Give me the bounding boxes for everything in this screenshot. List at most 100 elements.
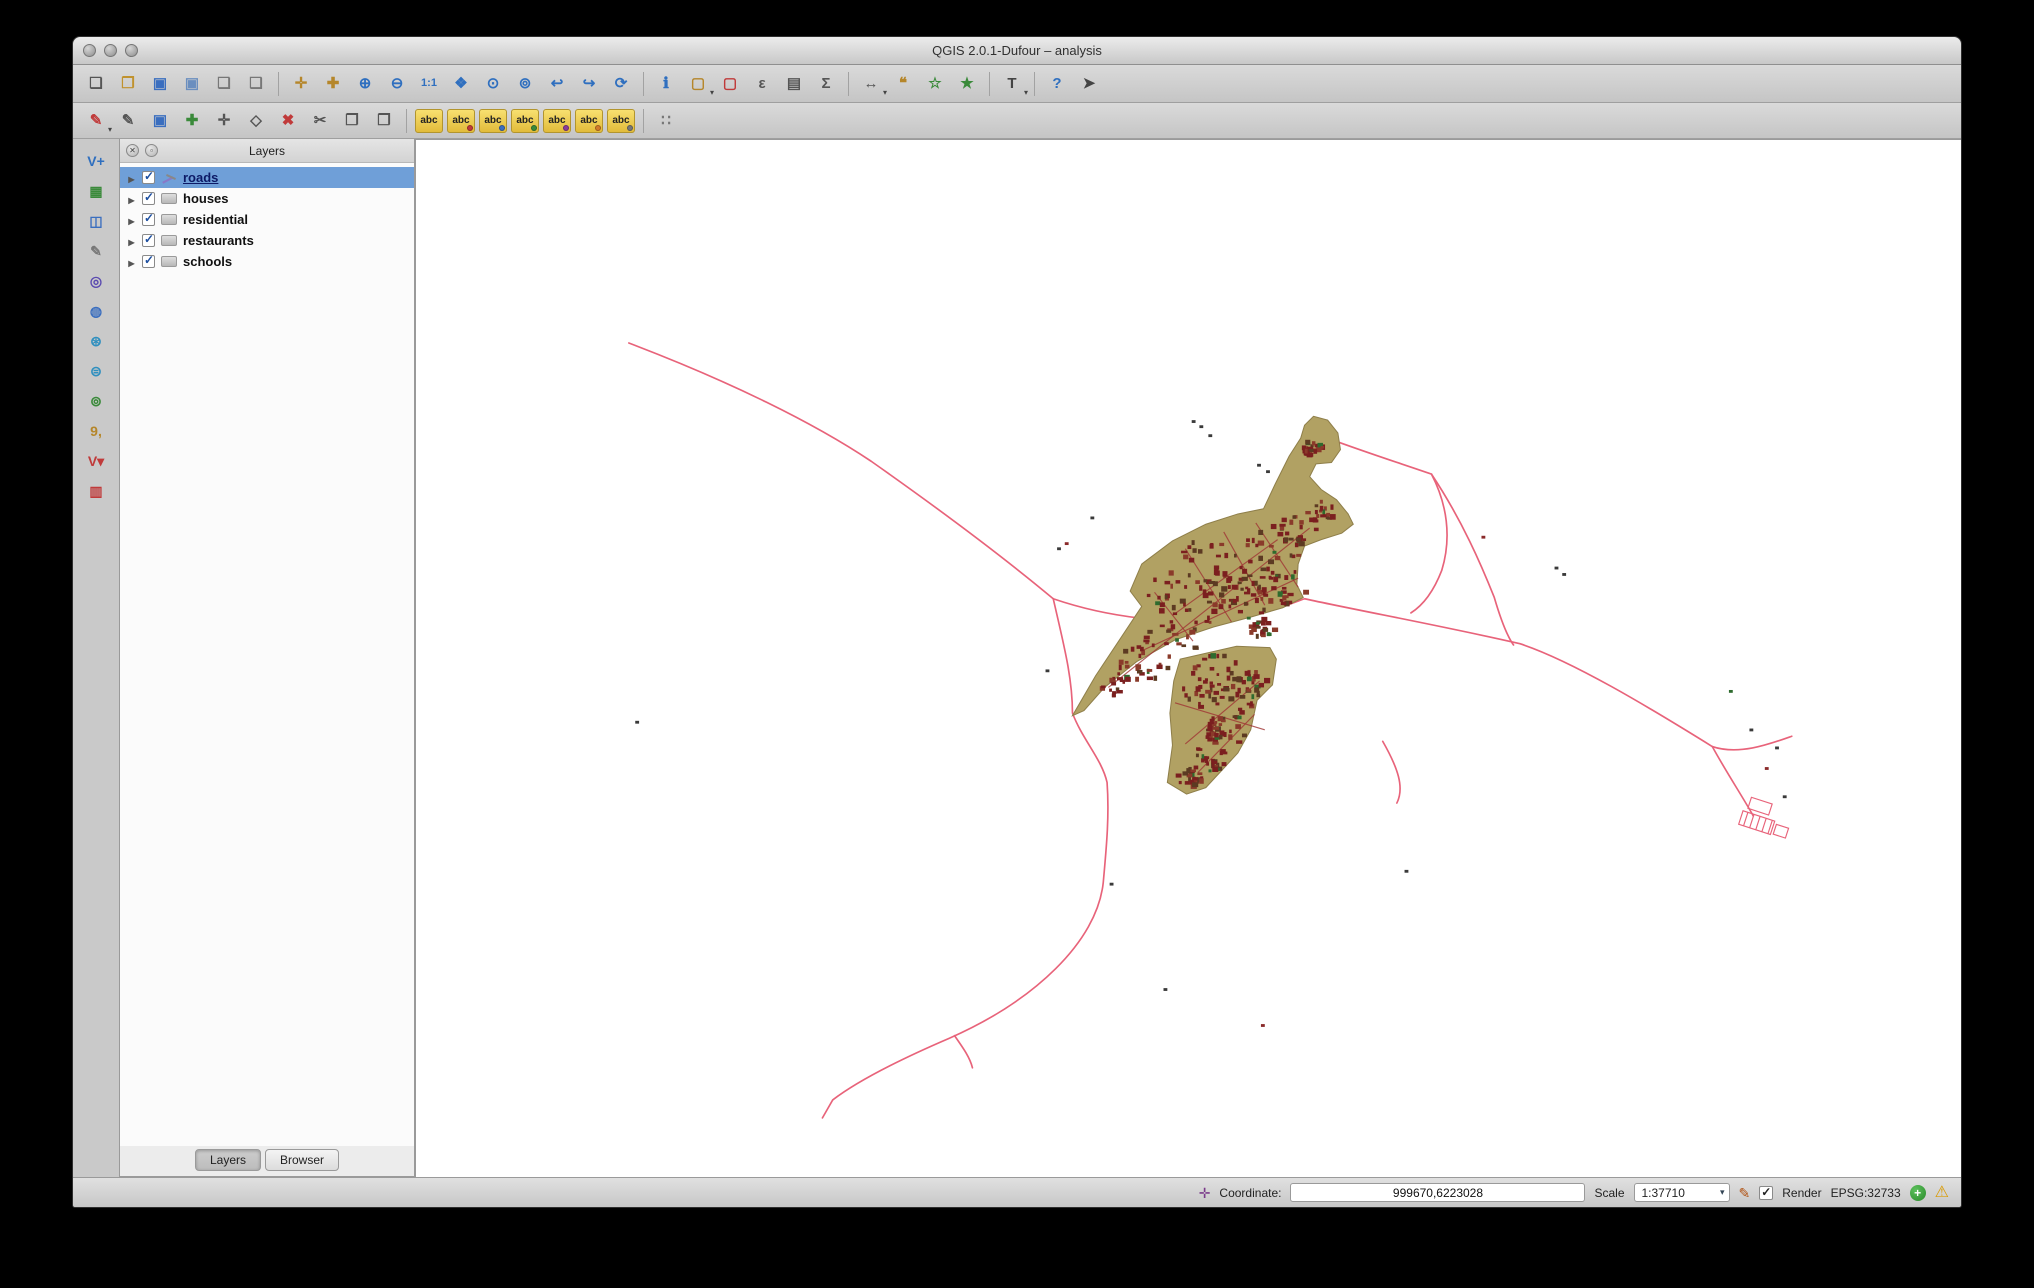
building <box>1239 710 1245 715</box>
layer-visibility-checkbox[interactable] <box>142 211 155 226</box>
zoom-next-icon[interactable]: ↪ <box>574 69 604 99</box>
pan-map-icon[interactable]: ✛ <box>286 69 316 99</box>
cut-features-icon[interactable]: ✂ <box>305 106 335 136</box>
copy-features-icon[interactable]: ❐ <box>337 106 367 136</box>
panel-float-icon[interactable]: ▫ <box>145 144 158 157</box>
add-wfs-layer-icon[interactable]: ⊚ <box>81 387 111 414</box>
zoom-last-icon[interactable]: ↩ <box>542 69 572 99</box>
building <box>1146 593 1151 598</box>
label-change-icon[interactable]: abc <box>575 108 603 133</box>
close-window-button[interactable] <box>83 44 96 57</box>
new-print-composer-icon[interactable]: ❏ <box>209 69 239 99</box>
text-annotation-icon[interactable]: T <box>997 69 1028 99</box>
title-bar[interactable]: QGIS 2.0.1-Dufour – analysis <box>73 37 1961 65</box>
layer-item-houses[interactable]: houses <box>120 188 414 209</box>
open-attribute-table-icon[interactable]: ▤ <box>779 69 809 99</box>
add-vector-layer-icon[interactable]: V+ <box>81 147 111 174</box>
select-by-expression-icon[interactable]: ε <box>747 69 777 99</box>
map-refresh-icon[interactable]: ⟳ <box>606 69 636 99</box>
crs-status-icon[interactable]: + <box>1909 1184 1926 1201</box>
label-rotate-icon[interactable]: abc <box>543 108 571 133</box>
disclosure-triangle-icon[interactable] <box>126 212 137 227</box>
new-shapefile-layer-icon[interactable]: ✎ <box>81 237 111 264</box>
add-oracle-layer-icon[interactable]: V▾ <box>81 447 111 474</box>
panel-close-icon[interactable]: ✕ <box>126 144 139 157</box>
new-project-icon[interactable]: ❏ <box>81 69 111 99</box>
building <box>1204 678 1208 681</box>
icon-glyph: ❏ <box>89 75 103 92</box>
label-pin-icon[interactable]: abc <box>447 108 475 133</box>
minimize-window-button[interactable] <box>104 44 117 57</box>
measure-line-icon[interactable]: ↔ <box>856 69 888 99</box>
identify-features-icon[interactable]: ℹ <box>651 69 681 99</box>
map-canvas[interactable] <box>415 139 1961 1177</box>
composer-manager-icon[interactable]: ❑ <box>241 69 271 99</box>
render-checkbox[interactable] <box>1759 1185 1774 1200</box>
zoom-full-icon[interactable]: ❖ <box>446 69 476 99</box>
remove-layer-icon[interactable]: ▥ <box>81 477 111 504</box>
delete-selected-icon[interactable]: ✖ <box>273 106 303 136</box>
zoom-to-layer-icon[interactable]: ⊚ <box>510 69 540 99</box>
add-delimited-text-layer-icon[interactable]: 9, <box>81 417 111 444</box>
coordinate-input[interactable] <box>1290 1183 1586 1202</box>
paste-features-icon[interactable]: ❒ <box>369 106 399 136</box>
building <box>1223 686 1229 691</box>
mouse-position-icon[interactable]: ✛ <box>1199 1186 1211 1200</box>
layer-item-schools[interactable]: schools <box>120 251 414 272</box>
scale-combobox[interactable]: 1:37710 ▾ <box>1633 1183 1730 1202</box>
layer-visibility-checkbox[interactable] <box>142 253 155 268</box>
zoom-out-icon[interactable]: ⊖ <box>382 69 412 99</box>
deselect-features-icon[interactable]: ▢ <box>715 69 745 99</box>
layer-labeling-icon[interactable]: abc <box>415 108 443 133</box>
add-postgis-layer-icon[interactable]: ◫ <box>81 207 111 234</box>
save-layer-edits-icon[interactable]: ▣ <box>145 106 175 136</box>
zoom-to-selection-icon[interactable]: ⊙ <box>478 69 508 99</box>
show-bookmarks-icon[interactable]: ★ <box>952 69 982 99</box>
layer-visibility-checkbox[interactable] <box>142 190 155 205</box>
building <box>1236 596 1239 602</box>
label-properties-icon[interactable]: abc <box>607 108 635 133</box>
help-contents-icon[interactable]: ? <box>1042 69 1072 99</box>
layer-item-restaurants[interactable]: restaurants <box>120 230 414 251</box>
current-edits-icon[interactable]: ✎ <box>81 106 112 136</box>
disclosure-triangle-icon[interactable] <box>126 191 137 206</box>
field-calculator-icon[interactable]: Σ <box>811 69 841 99</box>
add-wms-layer-icon[interactable]: ⊛ <box>81 327 111 354</box>
panel-tab-layers[interactable]: Layers <box>194 1149 261 1171</box>
panel-tab-browser[interactable]: Browser <box>265 1149 340 1171</box>
building <box>1266 566 1270 572</box>
render-brush-icon[interactable]: ✎ <box>1739 1186 1751 1200</box>
layer-item-roads[interactable]: roads <box>120 167 414 188</box>
add-mssql-layer-icon[interactable]: ◍ <box>81 297 111 324</box>
map-mark <box>1057 547 1061 551</box>
label-highlight-pinned-icon[interactable]: abc <box>479 108 507 133</box>
move-feature-icon[interactable]: ✛ <box>209 106 239 136</box>
new-bookmark-icon[interactable]: ☆ <box>920 69 950 99</box>
disclosure-triangle-icon[interactable] <box>126 233 137 248</box>
add-feature-icon[interactable]: ✚ <box>177 106 207 136</box>
layer-visibility-checkbox[interactable] <box>142 169 155 184</box>
zoom-in-icon[interactable]: ⊕ <box>350 69 380 99</box>
save-project-as-icon[interactable]: ▣ <box>177 69 207 99</box>
label-move-icon[interactable]: abc <box>511 108 539 133</box>
disclosure-triangle-icon[interactable] <box>126 170 137 185</box>
zoom-native-icon[interactable]: 1:1 <box>414 69 444 99</box>
select-features-icon[interactable]: ▢ <box>683 69 714 99</box>
layer-visibility-checkbox[interactable] <box>142 232 155 247</box>
disclosure-triangle-icon[interactable] <box>126 254 137 269</box>
icon-glyph: ▤ <box>786 75 802 92</box>
add-spatialite-layer-icon[interactable]: ◎ <box>81 267 111 294</box>
open-project-icon[interactable]: ❒ <box>113 69 143 99</box>
save-project-icon[interactable]: ▣ <box>145 69 175 99</box>
zoom-window-button[interactable] <box>125 44 138 57</box>
add-wcs-layer-icon[interactable]: ⊜ <box>81 357 111 384</box>
map-tips-icon[interactable]: ❝ <box>888 69 918 99</box>
whats-this-icon[interactable]: ➤ <box>1074 69 1104 99</box>
log-messages-icon[interactable]: ⚠ <box>1935 1184 1949 1201</box>
diagram-options-icon[interactable]: ∷ <box>651 106 681 136</box>
add-raster-layer-icon[interactable]: ▦ <box>81 177 111 204</box>
toggle-editing-icon[interactable]: ✎ <box>113 106 143 136</box>
pan-to-selection-icon[interactable]: ✚ <box>318 69 348 99</box>
layer-item-residential[interactable]: residential <box>120 209 414 230</box>
node-tool-icon[interactable]: ◇ <box>241 106 271 136</box>
